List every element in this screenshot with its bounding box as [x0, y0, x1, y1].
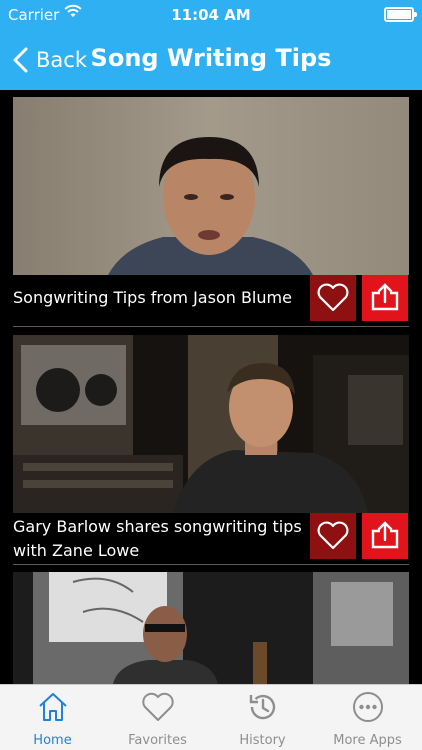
heart-icon — [142, 692, 174, 721]
favorite-button[interactable] — [310, 513, 356, 559]
video-list[interactable]: Songwriting Tips from Jason Blume Gary B… — [0, 90, 422, 684]
battery-icon — [384, 7, 417, 22]
tab-more-apps[interactable]: More Apps — [315, 685, 420, 750]
video-title[interactable]: Gary Barlow shares songwriting tips with… — [13, 515, 303, 563]
navigation-bar: Carrier 11:04 AM Back Song Writing Tips — [0, 0, 422, 90]
status-bar: Carrier 11:04 AM — [0, 0, 422, 30]
video-title[interactable]: Songwriting Tips from Jason Blume — [13, 286, 303, 310]
share-button[interactable] — [362, 513, 408, 559]
share-icon — [371, 283, 399, 311]
video-thumbnail[interactable] — [13, 572, 409, 684]
tab-label: History — [239, 733, 286, 748]
status-time: 11:04 AM — [171, 6, 251, 24]
tab-label: Home — [33, 733, 72, 748]
video-card[interactable] — [13, 572, 409, 684]
tab-history[interactable]: History — [210, 685, 315, 750]
more-icon — [353, 692, 383, 722]
share-icon — [371, 521, 399, 549]
heart-icon — [317, 283, 349, 312]
video-thumbnail-image — [13, 572, 409, 684]
tab-label: More Apps — [333, 733, 402, 748]
video-thumbnail-image — [13, 335, 409, 513]
tab-label: Favorites — [128, 733, 187, 748]
nav-header: Back Song Writing Tips — [0, 34, 422, 86]
video-thumbnail[interactable] — [13, 97, 409, 275]
video-thumbnail[interactable] — [13, 335, 409, 513]
page-title: Song Writing Tips — [90, 44, 332, 72]
tab-home[interactable]: Home — [0, 685, 105, 750]
history-icon — [249, 694, 276, 720]
tab-bar: Home Favorites History More Apps — [0, 684, 422, 750]
separator — [13, 564, 409, 565]
video-thumbnail-image — [13, 97, 409, 275]
home-icon — [39, 693, 67, 721]
share-button[interactable] — [362, 275, 408, 321]
separator — [13, 326, 409, 327]
video-card[interactable]: Songwriting Tips from Jason Blume — [13, 97, 409, 327]
heart-icon — [317, 521, 349, 550]
video-card[interactable]: Gary Barlow shares songwriting tips with… — [13, 335, 409, 567]
tab-favorites[interactable]: Favorites — [105, 685, 210, 750]
favorite-button[interactable] — [310, 275, 356, 321]
